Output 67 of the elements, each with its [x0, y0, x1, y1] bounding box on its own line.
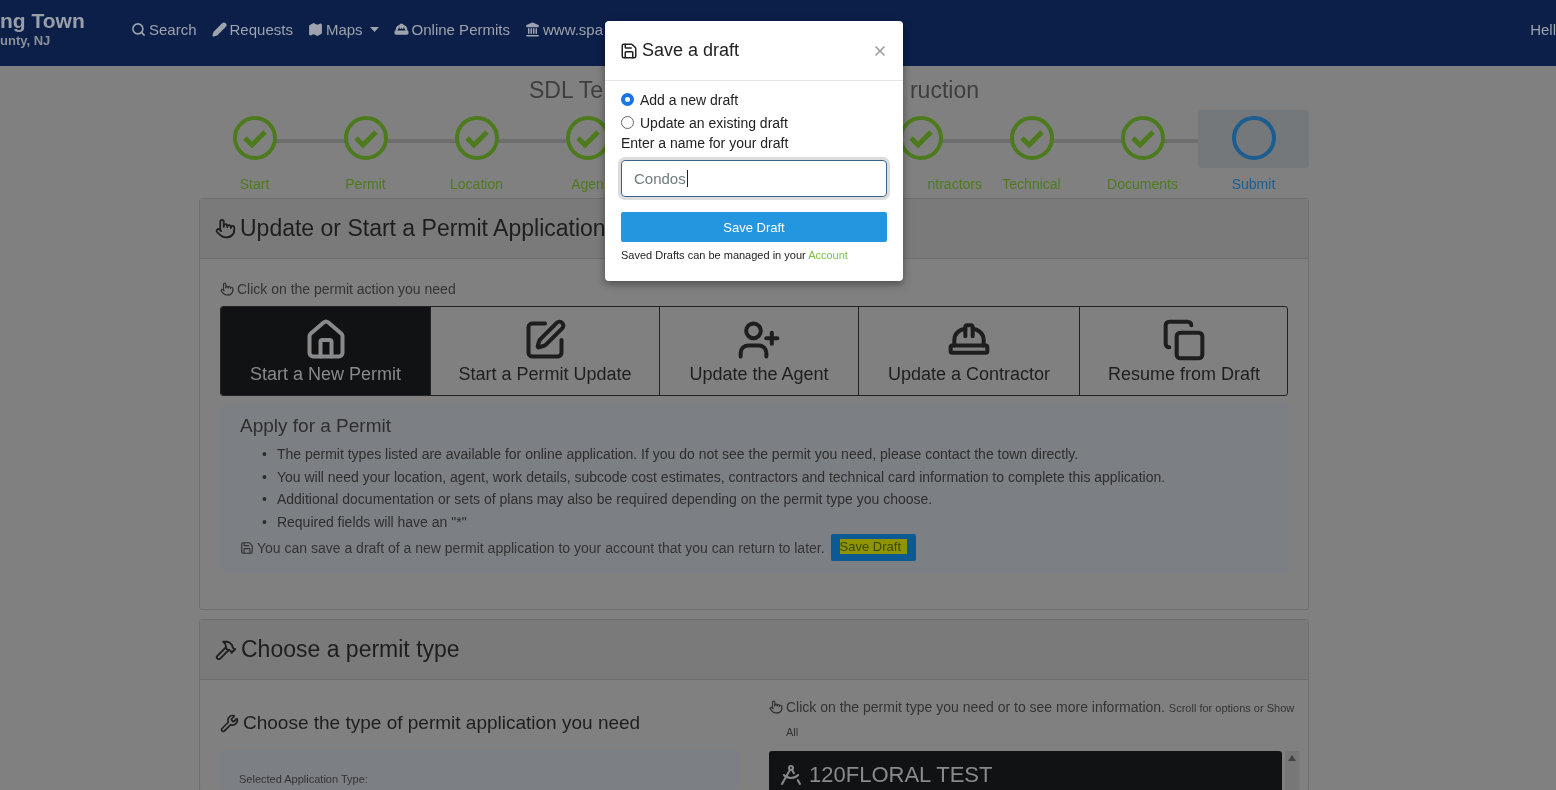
step-label: Permit: [345, 176, 386, 192]
step-label: Submit: [1231, 176, 1276, 192]
bullet-marker: •: [262, 446, 267, 463]
bullet-text: The permit types listed are available for online application. If you do not see the permit you need, please contact the town directly.: [276, 445, 1079, 464]
action-tab[interactable]: Start a Permit Update: [430, 307, 659, 395]
radio-label: Update an existing draft: [640, 114, 788, 131]
action-tab[interactable]: Start a New Permit: [221, 307, 430, 395]
page-title: ruction: [909, 76, 979, 104]
save-draft-button[interactable]: Save Draft: [621, 212, 887, 242]
bullet-marker: •: [262, 513, 267, 530]
pointer-hand-icon: [769, 700, 783, 714]
save-icon: [620, 41, 638, 60]
save-note: You can save a draft of a new permit application to your account that you can return to later.: [257, 539, 825, 556]
bullet-text: You will need your location, agent, work details, subcode cost estimates, contractors and technical card information to complete this application.: [276, 467, 1166, 486]
radio-button[interactable]: [621, 116, 634, 129]
map-icon: [307, 21, 323, 37]
panel-title: Update or Start a Permit Application: [240, 215, 606, 242]
copy-icon: [1162, 317, 1206, 362]
hammer-icon: [215, 638, 237, 661]
bullet-marker: •: [262, 491, 267, 508]
field-label: Enter a name for your draft: [621, 135, 790, 151]
bullet-text: Required fields will have an "*": [276, 512, 467, 531]
step-label: Technical: [1002, 176, 1061, 192]
selected-type-label: Selected Application Type:: [239, 773, 368, 785]
greeting-text: Hell: [1530, 20, 1556, 38]
bullet-marker: •: [262, 468, 267, 485]
dialog-title: Save a draft: [642, 40, 740, 61]
hardhat-icon: [393, 21, 409, 37]
radio-button[interactable]: [621, 93, 634, 106]
bullet-text: Additional documentation or sets of plans may also be required depending on the permit type you choose.: [276, 490, 933, 509]
pointer-hand-icon: [220, 282, 234, 296]
nav-link[interactable]: Requests: [211, 20, 293, 38]
radio-label: Add a new draft: [640, 91, 739, 108]
hint-text: Click on the permit type you need or to see more information. Scroll for options or Show All: [786, 698, 1296, 740]
brand-title: ng Town: [0, 8, 86, 33]
action-tab[interactable]: Update the Agent: [659, 307, 858, 395]
edit-icon: [523, 317, 567, 362]
nav-link[interactable]: Search: [131, 20, 197, 38]
save-draft-button[interactable]: Save Draft: [830, 534, 917, 561]
draft-name-field[interactable]: Condos: [621, 160, 887, 197]
permit-type-item[interactable]: 120FLORAL TEST: [769, 751, 1282, 790]
hint-text: Click on the permit action you need: [237, 281, 456, 297]
panel-title: Choose a permit type: [241, 636, 460, 663]
action-tab[interactable]: Update a Contractor: [858, 307, 1079, 395]
step-label: Agen: [571, 176, 604, 192]
action-tab[interactable]: Resume from Draft: [1079, 307, 1287, 395]
step-label: Location: [450, 176, 503, 192]
pencil-icon: [211, 21, 227, 37]
scroll-up-icon: [1288, 755, 1296, 761]
pointer-hand-icon: [215, 218, 236, 239]
step-label: Start: [239, 176, 270, 192]
wrench-icon: [220, 713, 239, 733]
nav-link[interactable]: Maps: [307, 20, 379, 38]
brand-subtitle: unty, NJ: [0, 32, 52, 48]
footer-text: Saved Drafts can be managed in your Account: [621, 249, 849, 261]
save-icon: [240, 540, 254, 555]
section-heading: Choose the type of permit application you need: [243, 712, 641, 734]
scrollbar[interactable]: [1285, 751, 1299, 790]
page-title: SDL Te: [529, 76, 604, 104]
info-title: Apply for a Permit: [240, 415, 392, 437]
compass-icon: [779, 763, 803, 787]
search-icon: [131, 21, 146, 37]
step-label: Documents: [1107, 176, 1178, 192]
bank-icon: [524, 21, 540, 37]
step-label: ntractors: [927, 176, 982, 192]
nav-link[interactable]: Online Permits: [393, 20, 510, 38]
nav-link[interactable]: www.spa: [524, 20, 603, 38]
